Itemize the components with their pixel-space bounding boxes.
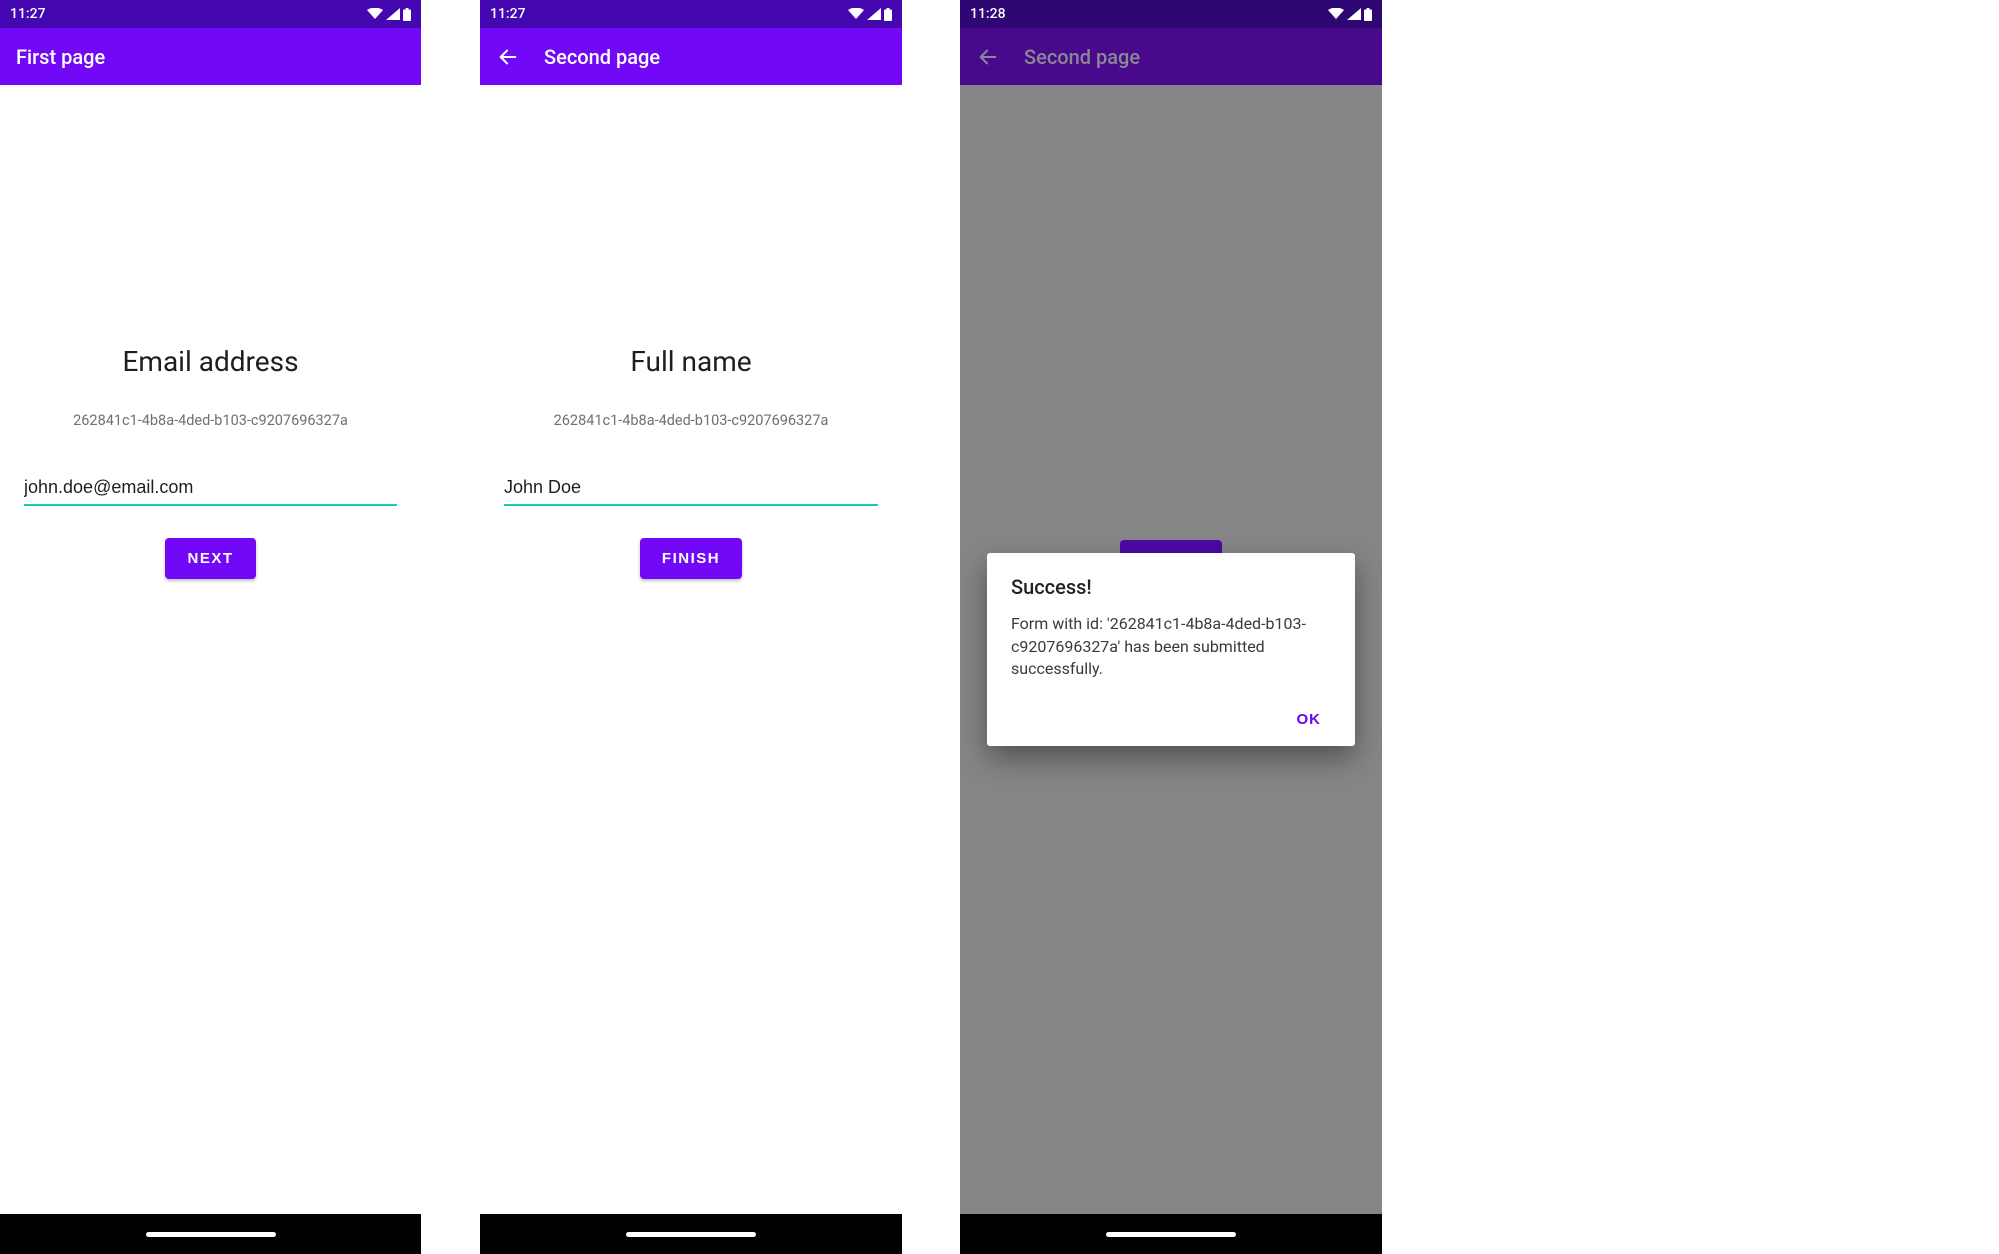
status-icons: [848, 8, 892, 21]
form-id-text: 262841c1-4b8a-4ded-b103-c9207696327a: [554, 412, 829, 429]
page-body: FINISH Success! Form with id: '262841c1-…: [960, 85, 1382, 1214]
status-bar: 11:28: [960, 0, 1382, 28]
finish-button[interactable]: FINISH: [640, 538, 742, 579]
wifi-icon: [367, 8, 383, 20]
wifi-icon: [848, 8, 864, 20]
status-time: 11:27: [490, 6, 526, 22]
form-block: Email address 262841c1-4b8a-4ded-b103-c9…: [0, 345, 421, 579]
page-title: Second page: [544, 45, 660, 69]
phone-screen-3: 11:28 Second page FINISH Success! Form w…: [960, 0, 1382, 1254]
form-block: Full name 262841c1-4b8a-4ded-b103-c92076…: [480, 345, 902, 579]
wifi-icon: [1328, 8, 1344, 20]
status-icons: [367, 8, 411, 21]
success-dialog: Success! Form with id: '262841c1-4b8a-4d…: [987, 553, 1355, 745]
dialog-ok-button[interactable]: OK: [1287, 701, 1332, 738]
form-id-text: 262841c1-4b8a-4ded-b103-c9207696327a: [73, 412, 348, 429]
app-bar: Second page: [960, 28, 1382, 85]
app-bar: Second page: [480, 28, 902, 85]
page-body: Email address 262841c1-4b8a-4ded-b103-c9…: [0, 85, 421, 1214]
status-time: 11:28: [970, 6, 1006, 22]
status-icons: [1328, 8, 1372, 21]
system-nav-bar[interactable]: [960, 1214, 1382, 1254]
layout-gap: [902, 0, 960, 1254]
phone-screen-1: 11:27 First page Email address 262841c1-…: [0, 0, 421, 1254]
next-button[interactable]: NEXT: [165, 538, 255, 579]
battery-icon: [1364, 8, 1372, 21]
status-bar: 11:27: [480, 0, 902, 28]
status-bar: 11:27: [0, 0, 421, 28]
app-bar: First page: [0, 28, 421, 85]
dialog-overlay: Success! Form with id: '262841c1-4b8a-4d…: [960, 85, 1382, 1214]
field-label: Email address: [122, 345, 298, 378]
page-title: Second page: [1024, 45, 1140, 69]
dialog-actions: OK: [1011, 701, 1331, 738]
back-button: [976, 45, 1000, 69]
arrow-back-icon: [497, 46, 519, 68]
status-time: 11:27: [10, 6, 46, 22]
page-title: First page: [16, 45, 105, 69]
email-input[interactable]: [24, 471, 397, 506]
page-body: Full name 262841c1-4b8a-4ded-b103-c92076…: [480, 85, 902, 1214]
full-name-input[interactable]: [504, 471, 878, 506]
system-nav-bar[interactable]: [0, 1214, 421, 1254]
nav-home-pill[interactable]: [146, 1232, 276, 1237]
nav-home-pill[interactable]: [626, 1232, 756, 1237]
signal-icon: [386, 8, 400, 20]
system-nav-bar[interactable]: [480, 1214, 902, 1254]
battery-icon: [884, 8, 892, 21]
dialog-body: Form with id: '262841c1-4b8a-4ded-b103-c…: [1011, 613, 1331, 680]
signal-icon: [1347, 8, 1361, 20]
back-button[interactable]: [496, 45, 520, 69]
layout-gap: [421, 0, 480, 1254]
battery-icon: [403, 8, 411, 21]
arrow-back-icon: [977, 46, 999, 68]
signal-icon: [867, 8, 881, 20]
nav-home-pill[interactable]: [1106, 1232, 1236, 1237]
phone-screen-2: 11:27 Second page Full name 262841c1-4b8…: [480, 0, 902, 1254]
field-label: Full name: [630, 345, 751, 378]
dialog-title: Success!: [1011, 575, 1331, 599]
